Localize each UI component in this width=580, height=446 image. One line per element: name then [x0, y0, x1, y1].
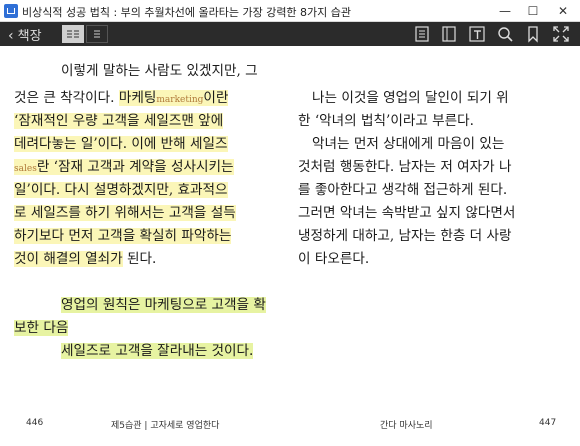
single-page-view-button[interactable] [86, 25, 108, 43]
text-line: 세일즈로 고객을 잘라내는 것이다. [61, 340, 254, 364]
maximize-button[interactable]: ☐ [518, 0, 548, 22]
right-page-number: 447 [539, 418, 557, 428]
back-to-bookshelf-button[interactable]: ‹ 책장 [8, 25, 42, 44]
text-line: 것처럼 행동한다. 남자는 저 여자가 나 [298, 159, 512, 175]
text-span: ‘잠재 고객과 계약을 성사시키는 [53, 159, 234, 175]
app-book-icon [4, 4, 18, 18]
text-line: 를 좋아한다고 생각해 접근하게 된다. [298, 182, 508, 198]
chevron-left-icon: ‹ [8, 28, 14, 44]
window-title: 비상식적 성공 법칙 : 부의 추월차선에 올라타는 가장 강력한 8가지 습관 [22, 6, 352, 19]
annotation-english: marketing [156, 95, 204, 105]
highlighted-text[interactable]: 영업의 원칙은 마케팅으로 고객을 확 [61, 297, 266, 313]
highlighted-text[interactable]: 하기보다 먼저 고객을 확실히 파악하는 [14, 228, 232, 244]
bookmark-icon[interactable] [524, 25, 542, 43]
left-page-number: 446 [26, 418, 44, 428]
table-of-contents-icon[interactable] [413, 25, 431, 43]
text-settings-icon[interactable] [468, 25, 486, 43]
chapter-title: 제5습관 | 고자세로 영업한다 [111, 421, 220, 431]
text-span: 마케팅 [118, 90, 157, 106]
text-line: 나는 이것을 영업의 달인이 되기 위 [312, 90, 509, 106]
text-line: 악녀는 먼저 상대에게 마음이 있는 [312, 136, 505, 152]
text-line: 것은 큰 착각이다. 마케팅marketing이란 [14, 87, 229, 113]
text-line: 로 세일즈를 하기 위해서는 고객을 설득 [14, 202, 236, 226]
highlighted-text[interactable]: 것이 해결의 열쇠가 [14, 251, 123, 267]
reader-toolbar: ‹ 책장 [0, 22, 580, 46]
author-name: 간다 마사노리 [380, 421, 433, 431]
text-line: 냉정하게 대하고, 남자는 한층 더 사랑 [298, 228, 512, 244]
text-line: 한 ‘악녀의 법칙’이라고 부른다. [298, 113, 475, 129]
text-line: 일’이다. 다시 설명하겠지만, 효과적으 [14, 179, 228, 203]
close-button[interactable]: ✕ [548, 0, 578, 22]
text-span: 것은 큰 착각이다. [14, 90, 115, 106]
highlighted-text[interactable]: 일’이다. 다시 설명하겠지만, 효과적으 [14, 182, 228, 198]
left-page: 이렇게 말하는 사람도 있겠지만, 그 것은 큰 착각이다. 마케팅market… [14, 60, 282, 380]
text-line: ‘잠재적인 우량 고객을 세일즈맨 앞에 [14, 110, 224, 134]
highlighted-text[interactable]: 세일즈로 고객을 잘라내는 것이다. [61, 343, 254, 359]
highlighted-text[interactable]: ‘잠재적인 우량 고객을 세일즈맨 앞에 [14, 113, 224, 129]
text-line: 영업의 원칙은 마케팅으로 고객을 확 [61, 294, 266, 318]
text-line: 이렇게 말하는 사람도 있겠지만, 그 [61, 63, 258, 79]
text-span: 된다. [122, 251, 157, 267]
text-span: 란 [36, 159, 50, 175]
annotation-english: sales [14, 164, 37, 174]
two-page-view-button[interactable] [62, 25, 84, 43]
minimize-button[interactable]: — [490, 0, 520, 22]
single-column-icon [94, 30, 100, 38]
highlighted-text[interactable]: 데려다놓는 일’이다. 이에 반해 세일즈 [14, 136, 228, 152]
highlighted-text[interactable]: 보한 다음 [14, 320, 69, 336]
text-line: 이 타오른다. [298, 251, 370, 267]
highlighted-text[interactable]: 마케팅marketing이란 [118, 90, 229, 106]
page-layout-icon[interactable] [440, 25, 458, 43]
text-line: 하기보다 먼저 고객을 확실히 파악하는 [14, 225, 232, 249]
highlighted-text[interactable]: 로 세일즈를 하기 위해서는 고객을 설득 [14, 205, 236, 221]
text-line: sales란 ‘잠재 고객과 계약을 성사시키는 [14, 156, 234, 182]
text-line: 그러면 악녀는 속박받고 싶지 않다면서 [298, 205, 516, 221]
text-line: 것이 해결의 열쇠가 된다. [14, 248, 156, 272]
right-page: 나는 이것을 영업의 달인이 되기 위 한 ‘악녀의 법칙’이라고 부른다. 악… [298, 87, 566, 307]
fullscreen-icon[interactable] [552, 25, 570, 43]
highlighted-text[interactable]: sales란 ‘잠재 고객과 계약을 성사시키는 [14, 159, 234, 175]
text-span: 이란 [203, 90, 229, 106]
text-line: 보한 다음 [14, 317, 69, 341]
window-titlebar: 비상식적 성공 법칙 : 부의 추월차선에 올라타는 가장 강력한 8가지 습관… [0, 0, 580, 22]
text-line: 데려다놓는 일’이다. 이에 반해 세일즈 [14, 133, 228, 157]
search-icon[interactable] [496, 25, 514, 43]
two-column-icon [67, 30, 79, 38]
back-label: 책장 [17, 29, 42, 44]
